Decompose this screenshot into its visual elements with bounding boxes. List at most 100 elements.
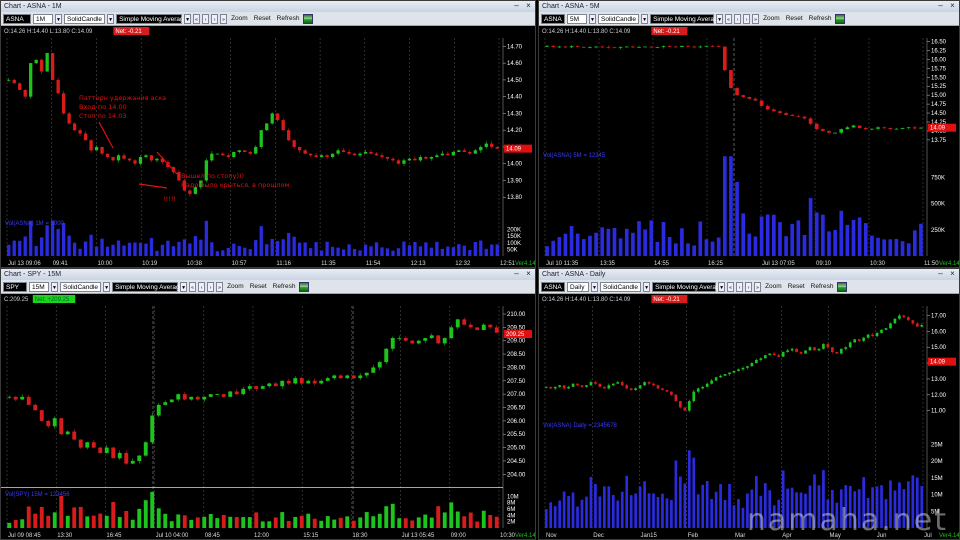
candle-body (710, 45, 715, 47)
reset-button[interactable]: Reset (786, 282, 807, 292)
chevron-down-icon[interactable]: ▼ (591, 281, 598, 292)
refresh-button[interactable]: Refresh (271, 282, 298, 292)
scroll-right-icon[interactable]: › (207, 281, 215, 292)
volume-bar (686, 243, 690, 256)
scroll-last-icon[interactable]: » (216, 281, 224, 292)
refresh-button[interactable]: Refresh (807, 14, 834, 24)
minimize-icon[interactable]: – (936, 270, 945, 279)
candle-body (377, 362, 382, 368)
scroll-right-icon[interactable]: › (211, 13, 219, 24)
chevron-down-icon[interactable]: ▼ (641, 13, 649, 24)
chevron-down-icon[interactable]: ▼ (103, 281, 111, 292)
scroll-left-icon[interactable]: ‹ (734, 13, 742, 24)
close-icon[interactable]: × (948, 270, 957, 279)
zoom-button[interactable]: Zoom (229, 14, 250, 24)
timeframe-select[interactable]: 1M (33, 13, 53, 24)
volume-bar (23, 236, 27, 256)
chart-settings-icon[interactable] (303, 13, 314, 24)
timeframe-select[interactable]: 5M (567, 13, 587, 24)
scroll-first-icon[interactable]: « (727, 281, 735, 292)
timeframe-select[interactable]: 15M (29, 281, 49, 292)
chart-area[interactable]: O:14.26 H:14.40 L:13.80 C:14.09 Net: -0.2… (1, 26, 535, 267)
chevron-down-icon[interactable]: ▼ (643, 281, 651, 292)
chevron-down-icon[interactable]: ▼ (716, 13, 724, 24)
chart-type-select[interactable]: SolidCandle (64, 13, 106, 24)
annotation-text: Вход по 14.00 (79, 103, 127, 111)
minimize-icon[interactable]: – (512, 270, 521, 279)
candle-body (857, 125, 862, 129)
symbol-input[interactable]: ASNA (3, 13, 31, 24)
zoom-button[interactable]: Zoom (763, 282, 784, 292)
candle-body (117, 452, 122, 459)
minimize-icon[interactable]: – (512, 2, 521, 11)
indicator-select[interactable]: Simple Moving Average (650, 13, 721, 24)
candle-body (544, 386, 548, 388)
chevron-down-icon[interactable]: ▼ (718, 281, 726, 292)
candle-body (429, 335, 434, 339)
chart-type-select[interactable]: SolidCandle (598, 13, 640, 24)
close-icon[interactable]: × (524, 270, 533, 279)
refresh-button[interactable]: Refresh (275, 14, 302, 24)
chevron-down-icon[interactable]: ▼ (589, 13, 596, 24)
scroll-last-icon[interactable]: » (754, 281, 762, 292)
window-title-bar[interactable]: Chart - ASNA - 1M – × (1, 1, 535, 12)
scroll-first-icon[interactable]: « (193, 13, 201, 24)
window-title-bar[interactable]: Chart - SPY - 15M – × (1, 269, 535, 280)
zoom-button[interactable]: Zoom (761, 14, 782, 24)
window-title-bar[interactable]: Chart - ASNA - Daily – × (539, 269, 959, 280)
chart-area[interactable]: C:209.25 Net: +209.25 Jul 09 08:45 13:30 16:… (1, 294, 535, 539)
chart-type-select[interactable]: SolidCandle (60, 281, 102, 292)
scroll-right-icon[interactable]: › (743, 13, 751, 24)
chart-area[interactable]: O:14.26 H:14.40 L:13.80 C:14.09 Net: -0.2… (539, 26, 959, 267)
scroll-right-icon[interactable]: › (745, 281, 753, 292)
reset-button[interactable]: Reset (248, 282, 269, 292)
price-volume-chart[interactable]: O:14.26 H:14.40 L:13.80 C:14.09 Net: -0.2… (1, 26, 535, 267)
chevron-down-icon[interactable]: ▼ (55, 13, 62, 24)
scroll-last-icon[interactable]: » (752, 13, 760, 24)
scroll-left-icon[interactable]: ‹ (736, 281, 744, 292)
scroll-left-icon[interactable]: ‹ (198, 281, 206, 292)
candle-body (652, 383, 655, 386)
chart-settings-icon[interactable] (837, 281, 848, 292)
price-volume-chart[interactable]: C:209.25 Net: +209.25 Jul 09 08:45 13:30 16:… (1, 294, 535, 539)
timeframe-select[interactable]: Daily (567, 281, 589, 292)
close-icon[interactable]: × (948, 2, 957, 11)
refresh-button[interactable]: Refresh (809, 282, 836, 292)
symbol-input[interactable]: SPY (3, 281, 27, 292)
chart-settings-icon[interactable] (299, 281, 310, 292)
scroll-left-icon[interactable]: ‹ (202, 13, 210, 24)
close-icon[interactable]: × (524, 2, 533, 11)
minimize-icon[interactable]: – (936, 2, 945, 11)
indicator-select[interactable]: Simple Moving Average (112, 281, 183, 292)
zoom-button[interactable]: Zoom (225, 282, 246, 292)
symbol-input[interactable]: ASNA (541, 13, 565, 24)
scroll-first-icon[interactable]: « (725, 13, 733, 24)
candle-body (710, 380, 713, 384)
scroll-last-icon[interactable]: » (220, 13, 228, 24)
indicator-select[interactable]: Simple Moving Average (652, 281, 723, 292)
chevron-down-icon[interactable]: ▼ (180, 281, 188, 292)
chart-type-select[interactable]: SolidCandle (600, 281, 642, 292)
window-title-bar[interactable]: Chart - ASNA - 5M – × (539, 1, 959, 12)
indicator-select[interactable]: Simple Moving Average (116, 13, 187, 24)
price-tick-label: 14.50 (507, 78, 523, 84)
volume-bar (611, 495, 615, 528)
chevron-down-icon[interactable]: ▼ (107, 13, 115, 24)
chart-settings-icon[interactable] (835, 13, 846, 24)
reset-button[interactable]: Reset (784, 14, 805, 24)
volume-bar (347, 244, 351, 256)
time-tick-label: 08:45 (205, 533, 221, 539)
chevron-down-icon[interactable]: ▼ (51, 281, 58, 292)
price-volume-chart[interactable]: O:14.26 H:14.40 L:13.80 C:14.09 Net: -0.2… (539, 26, 959, 267)
reset-button[interactable]: Reset (252, 14, 273, 24)
scroll-first-icon[interactable]: « (189, 281, 197, 292)
volume-bar (557, 237, 562, 256)
candle-body (67, 113, 71, 124)
volume-bar (473, 242, 477, 256)
symbol-input[interactable]: ASNA (541, 281, 565, 292)
price-tick-label: 14.00 (507, 162, 523, 168)
price-tick-label: 13.80 (507, 195, 523, 201)
volume-bar (729, 156, 733, 256)
chevron-down-icon[interactable]: ▼ (184, 13, 192, 24)
volume-bar (900, 241, 905, 256)
